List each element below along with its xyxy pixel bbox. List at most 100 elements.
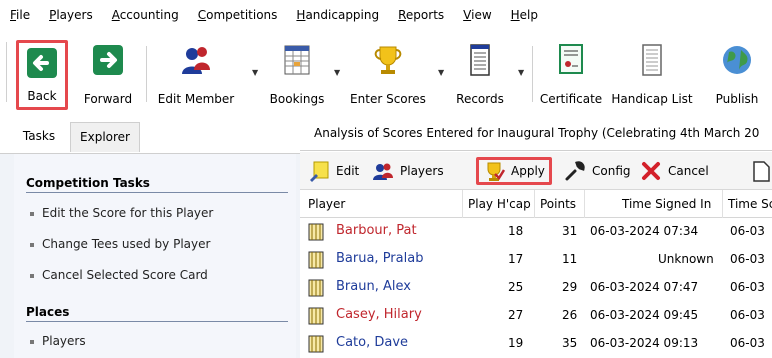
menu-reports-accel: R <box>398 8 406 22</box>
column-divider[interactable] <box>534 190 535 218</box>
column-divider[interactable] <box>462 190 463 218</box>
table-row[interactable]: Braun, Alex 25 29 06-03-2024 07:47 06-03 <box>300 274 772 302</box>
menu-accounting-label: ccounting <box>119 8 179 22</box>
enter-scores-label: Enter Scores <box>350 92 426 106</box>
col-play-hcap[interactable]: Play H'cap <box>468 197 531 211</box>
forward-label: Forward <box>83 92 133 106</box>
config-button-label: Config <box>592 164 631 178</box>
toolbar-grip <box>6 42 7 102</box>
players-button[interactable]: Players <box>372 157 444 185</box>
menu-file[interactable]: File <box>10 8 30 22</box>
menu-competitions-label: ompetitions <box>206 8 278 22</box>
forward-button[interactable]: Forward <box>78 40 138 110</box>
section-divider <box>26 192 288 193</box>
back-button[interactable]: Back <box>16 40 68 110</box>
publish-button[interactable]: Publish <box>706 40 768 110</box>
points: 29 <box>562 280 578 294</box>
cancel-x-icon <box>642 162 660 180</box>
certificate-button[interactable]: Certificate <box>536 40 606 110</box>
menu-accounting[interactable]: Accounting <box>112 8 179 22</box>
time-signed-in: 06-03-2024 07:34 <box>590 224 699 238</box>
time-signed-in: 06-03-2024 09:45 <box>590 308 699 322</box>
forward-arrow-icon <box>93 45 123 75</box>
col-player[interactable]: Player <box>308 197 345 211</box>
menu-competitions[interactable]: Competitions <box>198 8 278 22</box>
records-button[interactable]: Records <box>448 40 512 110</box>
tasks-panel-body: Competition Tasks Edit the Score for thi… <box>14 154 296 358</box>
menu-accounting-accel: A <box>111 8 120 22</box>
time-scored: 06-03 <box>730 336 765 350</box>
menu-help[interactable]: Help <box>511 8 538 22</box>
edit-member-button[interactable]: Edit Member <box>152 40 240 110</box>
menu-view[interactable]: View <box>463 8 491 22</box>
edit-button[interactable]: Edit <box>308 157 359 185</box>
play-hcap: 25 <box>508 280 524 294</box>
table-row[interactable]: Barbour, Pat 18 31 06-03-2024 07:34 06-0… <box>300 218 772 246</box>
tasks-panel: Competition Tasks Edit the Score for thi… <box>0 154 300 358</box>
play-hcap: 19 <box>508 336 524 350</box>
menu-handicapping-label: andicapping <box>305 8 380 22</box>
column-divider[interactable] <box>584 190 585 218</box>
players-button-label: Players <box>400 164 444 178</box>
table-row[interactable]: Cato, Dave 19 35 06-03-2024 09:13 06-03 <box>300 330 772 358</box>
records-dropdown-icon[interactable]: ▼ <box>518 68 524 77</box>
col-points[interactable]: Points <box>540 197 576 211</box>
tab-tasks[interactable]: Tasks <box>10 122 68 152</box>
task-cancel-score-card[interactable]: Cancel Selected Score Card <box>30 268 208 282</box>
time-signed-in: 06-03-2024 07:47 <box>590 280 699 294</box>
scorecard-icon <box>308 251 324 269</box>
scorecard-icon <box>308 223 324 241</box>
edit-note-icon <box>310 161 329 182</box>
records-list-icon <box>470 44 490 76</box>
points: 31 <box>562 224 578 238</box>
apply-button[interactable]: Apply <box>476 157 552 185</box>
menu-reports[interactable]: Reports <box>398 8 444 22</box>
places-heading: Places <box>26 305 70 319</box>
task-edit-score[interactable]: Edit the Score for this Player <box>30 206 213 220</box>
menu-reports-label: eports <box>405 8 445 22</box>
handicap-list-icon <box>642 44 662 76</box>
cancel-button-label: Cancel <box>668 164 709 178</box>
table-row[interactable]: Barua, Pralab 17 11 Unknown 06-03 <box>300 246 772 274</box>
certificate-label: Certificate <box>539 92 603 106</box>
tab-explorer[interactable]: Explorer <box>70 122 140 152</box>
task-change-tees[interactable]: Change Tees used by Player <box>30 237 210 251</box>
column-divider[interactable] <box>722 190 723 218</box>
back-label: Back <box>27 89 57 103</box>
menu-players[interactable]: Players <box>49 8 93 22</box>
col-time-sc[interactable]: Time Sc <box>728 197 772 211</box>
menu-help-accel: H <box>510 8 520 22</box>
place-players[interactable]: Players <box>30 334 86 348</box>
enter-scores-dropdown-icon[interactable]: ▼ <box>438 68 444 77</box>
menu-view-label: iew <box>471 8 492 22</box>
config-button[interactable]: Config <box>564 157 631 185</box>
scores-toolbar: Edit Players Apply Config Cancel <box>300 152 772 190</box>
cancel-button[interactable]: Cancel <box>640 157 709 185</box>
bullet-icon <box>30 211 34 216</box>
edit-member-label: Edit Member <box>157 92 235 106</box>
menu-help-label: elp <box>519 8 539 22</box>
scorecard-icon <box>308 335 324 353</box>
handicap-list-label: Handicap List <box>611 92 693 106</box>
left-tabstrip: Tasks Explorer <box>0 120 300 154</box>
document-button[interactable] <box>750 157 772 185</box>
player-name: Cato, Dave <box>336 335 409 350</box>
bookings-button[interactable]: Bookings <box>262 40 332 110</box>
time-scored: 06-03 <box>730 308 765 322</box>
table-row[interactable]: Casey, Hilary 27 26 06-03-2024 09:45 06-… <box>300 302 772 330</box>
bullet-icon <box>30 242 34 247</box>
col-time-signed-in[interactable]: Time Signed In <box>622 197 711 211</box>
apply-button-label: Apply <box>511 164 545 178</box>
enter-scores-button[interactable]: Enter Scores <box>346 40 430 110</box>
certificate-icon <box>559 44 583 74</box>
edit-member-dropdown-icon[interactable]: ▼ <box>252 68 258 77</box>
task-edit-score-label: Edit the Score for this Player <box>42 206 214 220</box>
edit-button-label: Edit <box>336 164 360 178</box>
scorecard-icon <box>308 279 324 297</box>
bookings-dropdown-icon[interactable]: ▼ <box>334 68 340 77</box>
task-change-tees-label: Change Tees used by Player <box>42 237 211 251</box>
handicap-list-button[interactable]: Handicap List <box>608 40 696 110</box>
tab-tasks-label: Tasks <box>22 129 56 143</box>
menu-handicapping[interactable]: Handicapping <box>296 8 379 22</box>
points: 26 <box>562 308 578 322</box>
